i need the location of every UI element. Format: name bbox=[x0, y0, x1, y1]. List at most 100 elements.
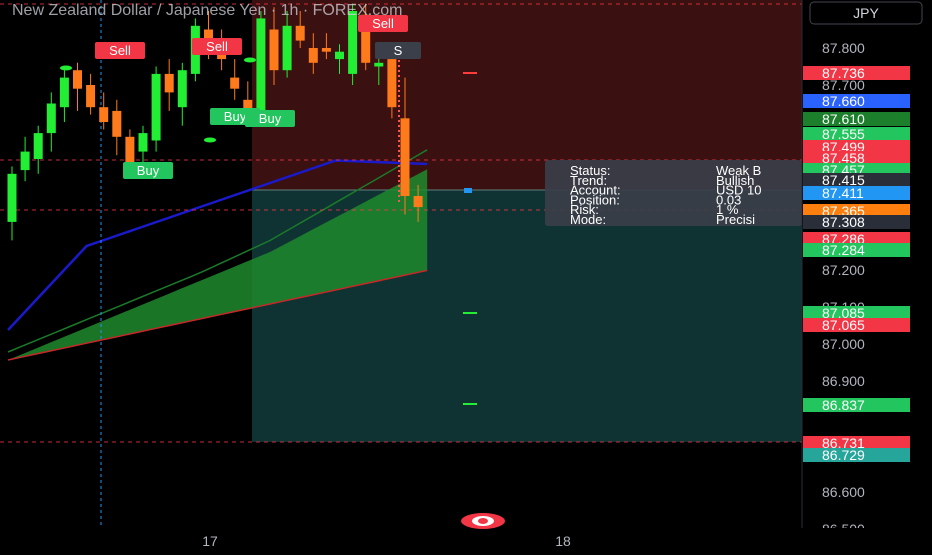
trail-stop-dot bbox=[398, 185, 400, 187]
candle-body bbox=[387, 59, 397, 108]
y-tick-label: 86.600 bbox=[822, 484, 865, 500]
signal-label-text: Buy bbox=[224, 109, 247, 124]
candle-body bbox=[230, 77, 240, 89]
trail-stop-dot bbox=[398, 190, 400, 192]
trail-stop-dot bbox=[398, 200, 400, 202]
price-label-text: 87.284 bbox=[822, 242, 865, 258]
price-label-text: 87.308 bbox=[822, 214, 865, 230]
trail-stop-dot bbox=[398, 100, 400, 102]
candle-body bbox=[282, 25, 292, 71]
candle-body bbox=[335, 51, 344, 60]
price-label: 87.736 bbox=[803, 65, 910, 81]
currency-button[interactable]: JPY bbox=[809, 1, 923, 25]
candle-body bbox=[374, 62, 384, 67]
trail-stop-dot bbox=[398, 130, 400, 132]
chart-root[interactable]: Sell Sell Sell Buy Buy Buy S Status: Weak B Tren… bbox=[0, 0, 932, 550]
trail-stop-dot bbox=[398, 80, 400, 82]
trail-stop-dot bbox=[398, 160, 400, 162]
price-label: 87.308 bbox=[803, 214, 910, 230]
trail-stop-dot bbox=[398, 65, 400, 67]
symbol-title: New Zealand Dollar / Japanese Yen · 1h ·… bbox=[12, 2, 402, 19]
currency-label: JPY bbox=[853, 5, 879, 21]
trail-stop-dot bbox=[398, 115, 400, 117]
trail-stop-dot bbox=[398, 95, 400, 97]
trail-stop-dot bbox=[398, 70, 400, 72]
signal-dot bbox=[204, 137, 216, 143]
price-chart[interactable]: Sell SellSellBuyBuy BuyS Status: Weak BTren… bbox=[0, 0, 932, 550]
price-label-text: 86.837 bbox=[822, 397, 865, 413]
signal-label-sell[interactable]: Sell bbox=[95, 42, 145, 59]
trail-stop-dot bbox=[398, 75, 400, 77]
y-tick-label: 86.900 bbox=[822, 373, 865, 389]
record-button[interactable] bbox=[461, 513, 505, 529]
time-axis-bg bbox=[0, 528, 932, 550]
price-label-text: 87.411 bbox=[822, 185, 864, 201]
candle-body bbox=[86, 85, 96, 108]
candle-body bbox=[269, 29, 279, 71]
price-label: 87.660 bbox=[803, 93, 910, 109]
candle-body bbox=[177, 70, 187, 108]
candle-body bbox=[59, 77, 69, 108]
price-label: 86.729 bbox=[803, 447, 910, 463]
price-label-text: 86.729 bbox=[822, 447, 865, 463]
price-label-text: 87.660 bbox=[822, 93, 865, 109]
candle-body bbox=[348, 11, 358, 74]
trail-stop-dot bbox=[398, 180, 400, 182]
trail-stop-dot bbox=[398, 90, 400, 92]
candle-body bbox=[295, 25, 305, 41]
trail-stop-dot bbox=[398, 170, 400, 172]
candle-body bbox=[7, 173, 17, 222]
candle-body bbox=[73, 70, 82, 89]
trail-stop-dot bbox=[398, 195, 400, 197]
trail-stop-dot bbox=[398, 135, 400, 137]
signal-label-sell[interactable]: Sell bbox=[192, 38, 242, 55]
signal-label-buy[interactable]: Buy bbox=[123, 162, 173, 179]
trail-stop-dot bbox=[398, 85, 400, 87]
signal-label-text: Sell bbox=[206, 39, 228, 54]
price-label: 86.837 bbox=[803, 397, 910, 413]
y-tick-label: 87.800 bbox=[822, 40, 865, 56]
price-label: 87.411 bbox=[803, 185, 910, 201]
price-label-text: 87.065 bbox=[822, 317, 865, 333]
trail-stop-dot bbox=[398, 110, 400, 112]
candle-body bbox=[151, 73, 161, 141]
signal-label-s[interactable]: S bbox=[375, 42, 421, 59]
candle-body bbox=[138, 133, 148, 152]
candle-body bbox=[400, 118, 410, 196]
candle-body bbox=[164, 73, 174, 93]
candle-body bbox=[46, 103, 56, 134]
x-tick-label: 17 bbox=[202, 533, 218, 549]
price-label: 87.065 bbox=[803, 317, 910, 333]
signal-label-text: Buy bbox=[137, 163, 160, 178]
price-label: 87.284 bbox=[803, 242, 910, 258]
signal-label-buy[interactable]: Buy bbox=[245, 110, 295, 127]
trail-stop-dot bbox=[398, 60, 400, 62]
candle-body bbox=[256, 18, 266, 115]
candle-body bbox=[20, 151, 30, 171]
candle-body bbox=[99, 107, 109, 122]
price-label-text: 87.610 bbox=[822, 111, 865, 127]
trail-stop-dot bbox=[398, 125, 400, 127]
x-tick-label: 18 bbox=[555, 533, 571, 549]
candle-body bbox=[308, 48, 318, 63]
y-tick-label: 87.000 bbox=[822, 336, 865, 352]
entry-marker bbox=[464, 188, 472, 193]
signal-label-text: S bbox=[394, 43, 403, 58]
candle[interactable] bbox=[151, 66, 161, 152]
candle[interactable] bbox=[256, 11, 266, 122]
candle-body bbox=[33, 133, 43, 159]
info-value: Precisi bbox=[716, 212, 755, 227]
trail-stop-dot bbox=[398, 150, 400, 152]
trail-stop-dot bbox=[398, 155, 400, 157]
signal-dot bbox=[60, 65, 72, 71]
info-panel: Status: Weak BTrend: BullishAccount: USD 10… bbox=[545, 160, 802, 227]
signal-label-text: Buy bbox=[259, 111, 282, 126]
trail-stop-dot bbox=[398, 105, 400, 107]
candle-body bbox=[413, 196, 423, 208]
candle-body bbox=[321, 48, 331, 52]
y-tick-label: 87.200 bbox=[822, 262, 865, 278]
trail-stop-dot bbox=[398, 175, 400, 177]
signal-dot bbox=[244, 57, 256, 63]
trail-stop-dot bbox=[398, 140, 400, 142]
price-label: 87.610 bbox=[803, 111, 910, 127]
